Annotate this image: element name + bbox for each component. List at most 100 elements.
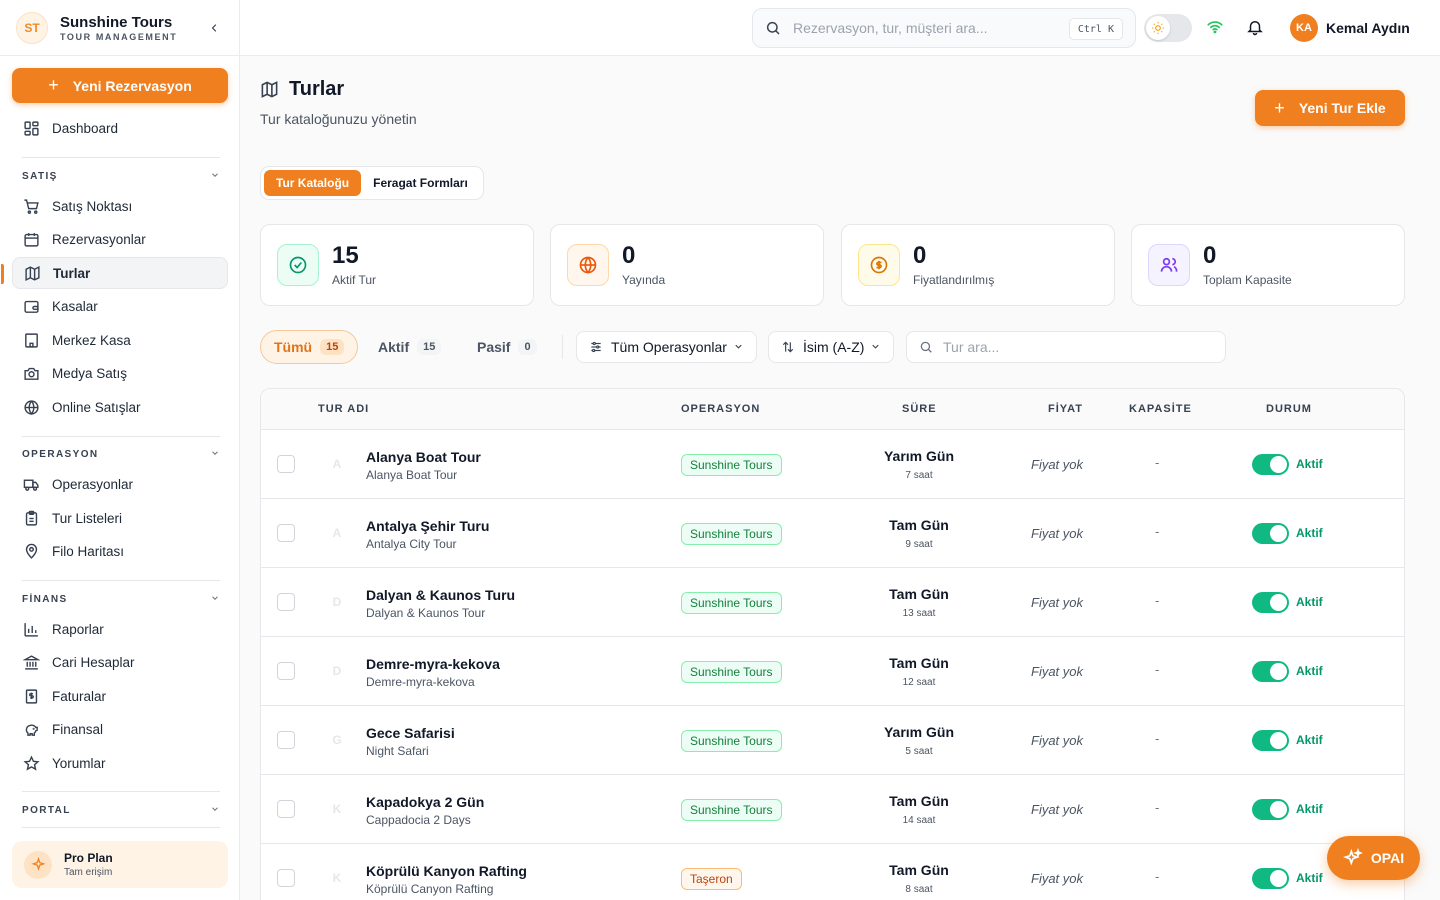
section-portal[interactable]: PORTAL xyxy=(22,804,220,817)
sidebar-item-faturalar[interactable]: Faturalar xyxy=(12,680,228,712)
sidebar-item-dashboard[interactable]: Dashboard xyxy=(12,112,228,144)
table-row[interactable]: D Dalyan & Kaunos Turu Dalyan & Kaunos T… xyxy=(261,568,1404,637)
dropdown-value: İsim (A-Z) xyxy=(803,339,865,355)
global-search[interactable]: Rezervasyon, tur, müşteri ara... Ctrl K xyxy=(752,8,1136,48)
tab-waiver-forms[interactable]: Feragat Formları xyxy=(361,170,480,196)
sidebar-item-filo-haritasi[interactable]: Filo Haritası xyxy=(12,535,228,567)
sidebar-item-label: Faturalar xyxy=(52,688,107,704)
table-row[interactable]: A Antalya Şehir Turu Antalya City Tour S… xyxy=(261,499,1404,568)
duration: Yarım Gün xyxy=(883,448,955,464)
operation-badge: Sunshine Tours xyxy=(681,523,782,545)
tour-name[interactable]: Antalya Şehir Turu xyxy=(366,518,489,534)
row-checkbox[interactable] xyxy=(277,869,295,887)
tour-name[interactable]: Alanya Boat Tour xyxy=(366,449,481,465)
tour-name[interactable]: Dalyan & Kaunos Turu xyxy=(366,587,515,603)
tab-tour-catalog[interactable]: Tur Kataloğu xyxy=(264,170,362,196)
sidebar-item-online-satislar[interactable]: Online Satışlar xyxy=(12,391,228,423)
tour-thumbnail: K xyxy=(332,802,342,816)
row-checkbox[interactable] xyxy=(277,455,295,473)
tour-name[interactable]: Demre-myra-kekova xyxy=(366,656,500,672)
filter-label: Tümü xyxy=(274,339,313,355)
section-satis[interactable]: SATIŞ xyxy=(22,170,220,183)
table-row[interactable]: A Alanya Boat Tour Alanya Boat Tour Suns… xyxy=(261,430,1404,499)
tour-name[interactable]: Gece Safarisi xyxy=(366,725,455,741)
bell-icon[interactable] xyxy=(1246,18,1264,36)
collapse-sidebar-button[interactable] xyxy=(205,19,223,37)
sidebar-item-label: Online Satışlar xyxy=(52,399,141,415)
sidebar-item-raporlar[interactable]: Raporlar xyxy=(12,613,228,645)
search-input[interactable]: Rezervasyon, tur, müşteri ara... xyxy=(793,20,988,36)
sidebar-item-satis-noktasi[interactable]: Satış Noktası xyxy=(12,190,228,222)
tour-alt-name: Night Safari xyxy=(366,744,429,758)
row-checkbox[interactable] xyxy=(277,800,295,818)
status-toggle[interactable] xyxy=(1252,661,1289,682)
new-reservation-button[interactable]: + Yeni Rezervasyon xyxy=(12,68,228,103)
table-row[interactable]: D Demre-myra-kekova Demre-myra-kekova Su… xyxy=(261,637,1404,706)
column-header-name[interactable]: TUR ADI xyxy=(318,403,369,415)
chevron-down-icon xyxy=(210,593,220,606)
sidebar-item-rezervasyonlar[interactable]: Rezervasyonlar xyxy=(12,223,228,255)
column-header-status[interactable]: DURUM xyxy=(1266,403,1312,415)
camera-icon xyxy=(22,364,40,382)
tour-alt-name: Dalyan & Kaunos Tour xyxy=(366,606,486,620)
filter-all[interactable]: Tümü 15 xyxy=(260,330,359,364)
section-label: OPERASYON xyxy=(22,449,99,460)
section-operasyon[interactable]: OPERASYON xyxy=(22,448,220,461)
tour-search[interactable]: Tur ara... xyxy=(906,331,1226,363)
user-menu[interactable]: KA Kemal Aydın xyxy=(1290,14,1410,42)
filter-passive[interactable]: Pasif 0 xyxy=(464,330,550,364)
filter-active[interactable]: Aktif 15 xyxy=(365,330,454,364)
row-checkbox[interactable] xyxy=(277,662,295,680)
sidebar-item-merkez-kasa[interactable]: Merkez Kasa xyxy=(12,324,228,356)
tour-search-input[interactable]: Tur ara... xyxy=(943,339,999,355)
table-row[interactable]: K Kapadokya 2 Gün Cappadocia 2 Days Suns… xyxy=(261,775,1404,844)
status-toggle[interactable] xyxy=(1252,592,1289,613)
duration-hours: 12 saat xyxy=(902,677,936,688)
tour-name[interactable]: Köprülü Kanyon Rafting xyxy=(366,863,527,879)
page-title-text: Turlar xyxy=(289,78,345,100)
status-toggle[interactable] xyxy=(1252,868,1289,889)
pro-plan-card[interactable]: Pro Plan Tam erişim xyxy=(12,841,228,888)
opai-assistant-button[interactable]: OPAI xyxy=(1327,836,1420,880)
toggle-knob xyxy=(1270,801,1287,818)
tour-alt-name: Demre-myra-kekova xyxy=(366,675,475,689)
sidebar-item-kasalar[interactable]: Kasalar xyxy=(12,290,228,322)
row-checkbox[interactable] xyxy=(277,731,295,749)
duration-hours: 14 saat xyxy=(902,815,936,826)
divider xyxy=(22,157,220,158)
sidebar-item-medya-satis[interactable]: Medya Satış xyxy=(12,357,228,389)
wifi-icon[interactable] xyxy=(1206,18,1224,36)
column-header-capacity[interactable]: KAPASİTE xyxy=(1129,403,1192,415)
sidebar-item-turlar[interactable]: Turlar xyxy=(1,257,228,289)
sidebar-item-label: Merkez Kasa xyxy=(52,332,131,348)
brand-logo[interactable]: ST xyxy=(16,11,48,44)
table-row[interactable]: G Gece Safarisi Night Safari Sunshine To… xyxy=(261,706,1404,775)
tour-name[interactable]: Kapadokya 2 Gün xyxy=(366,794,484,810)
sort-dropdown[interactable]: İsim (A-Z) xyxy=(768,331,895,363)
column-header-duration[interactable]: SÜRE xyxy=(902,403,937,415)
sidebar-item-tur-listeleri[interactable]: Tur Listeleri xyxy=(12,502,228,534)
shortcut-hint: Ctrl K xyxy=(1068,18,1123,40)
building-icon xyxy=(22,331,40,349)
status-toggle[interactable] xyxy=(1252,730,1289,751)
column-header-price[interactable]: FİYAT xyxy=(1048,403,1083,415)
tour-thumbnail: A xyxy=(332,526,342,540)
sidebar-item-finansal[interactable]: Finansal xyxy=(12,713,228,745)
table-row[interactable]: K Köprülü Kanyon Rafting Köprülü Canyon … xyxy=(261,844,1404,900)
row-checkbox[interactable] xyxy=(277,524,295,542)
theme-toggle[interactable] xyxy=(1144,14,1192,42)
sidebar-item-cari-hesaplar[interactable]: Cari Hesaplar xyxy=(12,646,228,678)
section-label: FİNANS xyxy=(22,594,68,605)
page-title: Turlar xyxy=(260,78,417,101)
status-toggle[interactable] xyxy=(1252,523,1289,544)
row-checkbox[interactable] xyxy=(277,593,295,611)
status-toggle[interactable] xyxy=(1252,454,1289,475)
sidebar-item-operasyonlar[interactable]: Operasyonlar xyxy=(12,468,228,500)
add-tour-button[interactable]: + Yeni Tur Ekle xyxy=(1255,90,1405,126)
sidebar-item-yorumlar[interactable]: Yorumlar xyxy=(12,747,228,779)
section-finans[interactable]: FİNANS xyxy=(22,593,220,606)
status-toggle[interactable] xyxy=(1252,799,1289,820)
operations-filter-dropdown[interactable]: Tüm Operasyonlar xyxy=(576,331,757,363)
avatar: KA xyxy=(1290,14,1318,42)
column-header-operation[interactable]: OPERASYON xyxy=(681,403,760,415)
